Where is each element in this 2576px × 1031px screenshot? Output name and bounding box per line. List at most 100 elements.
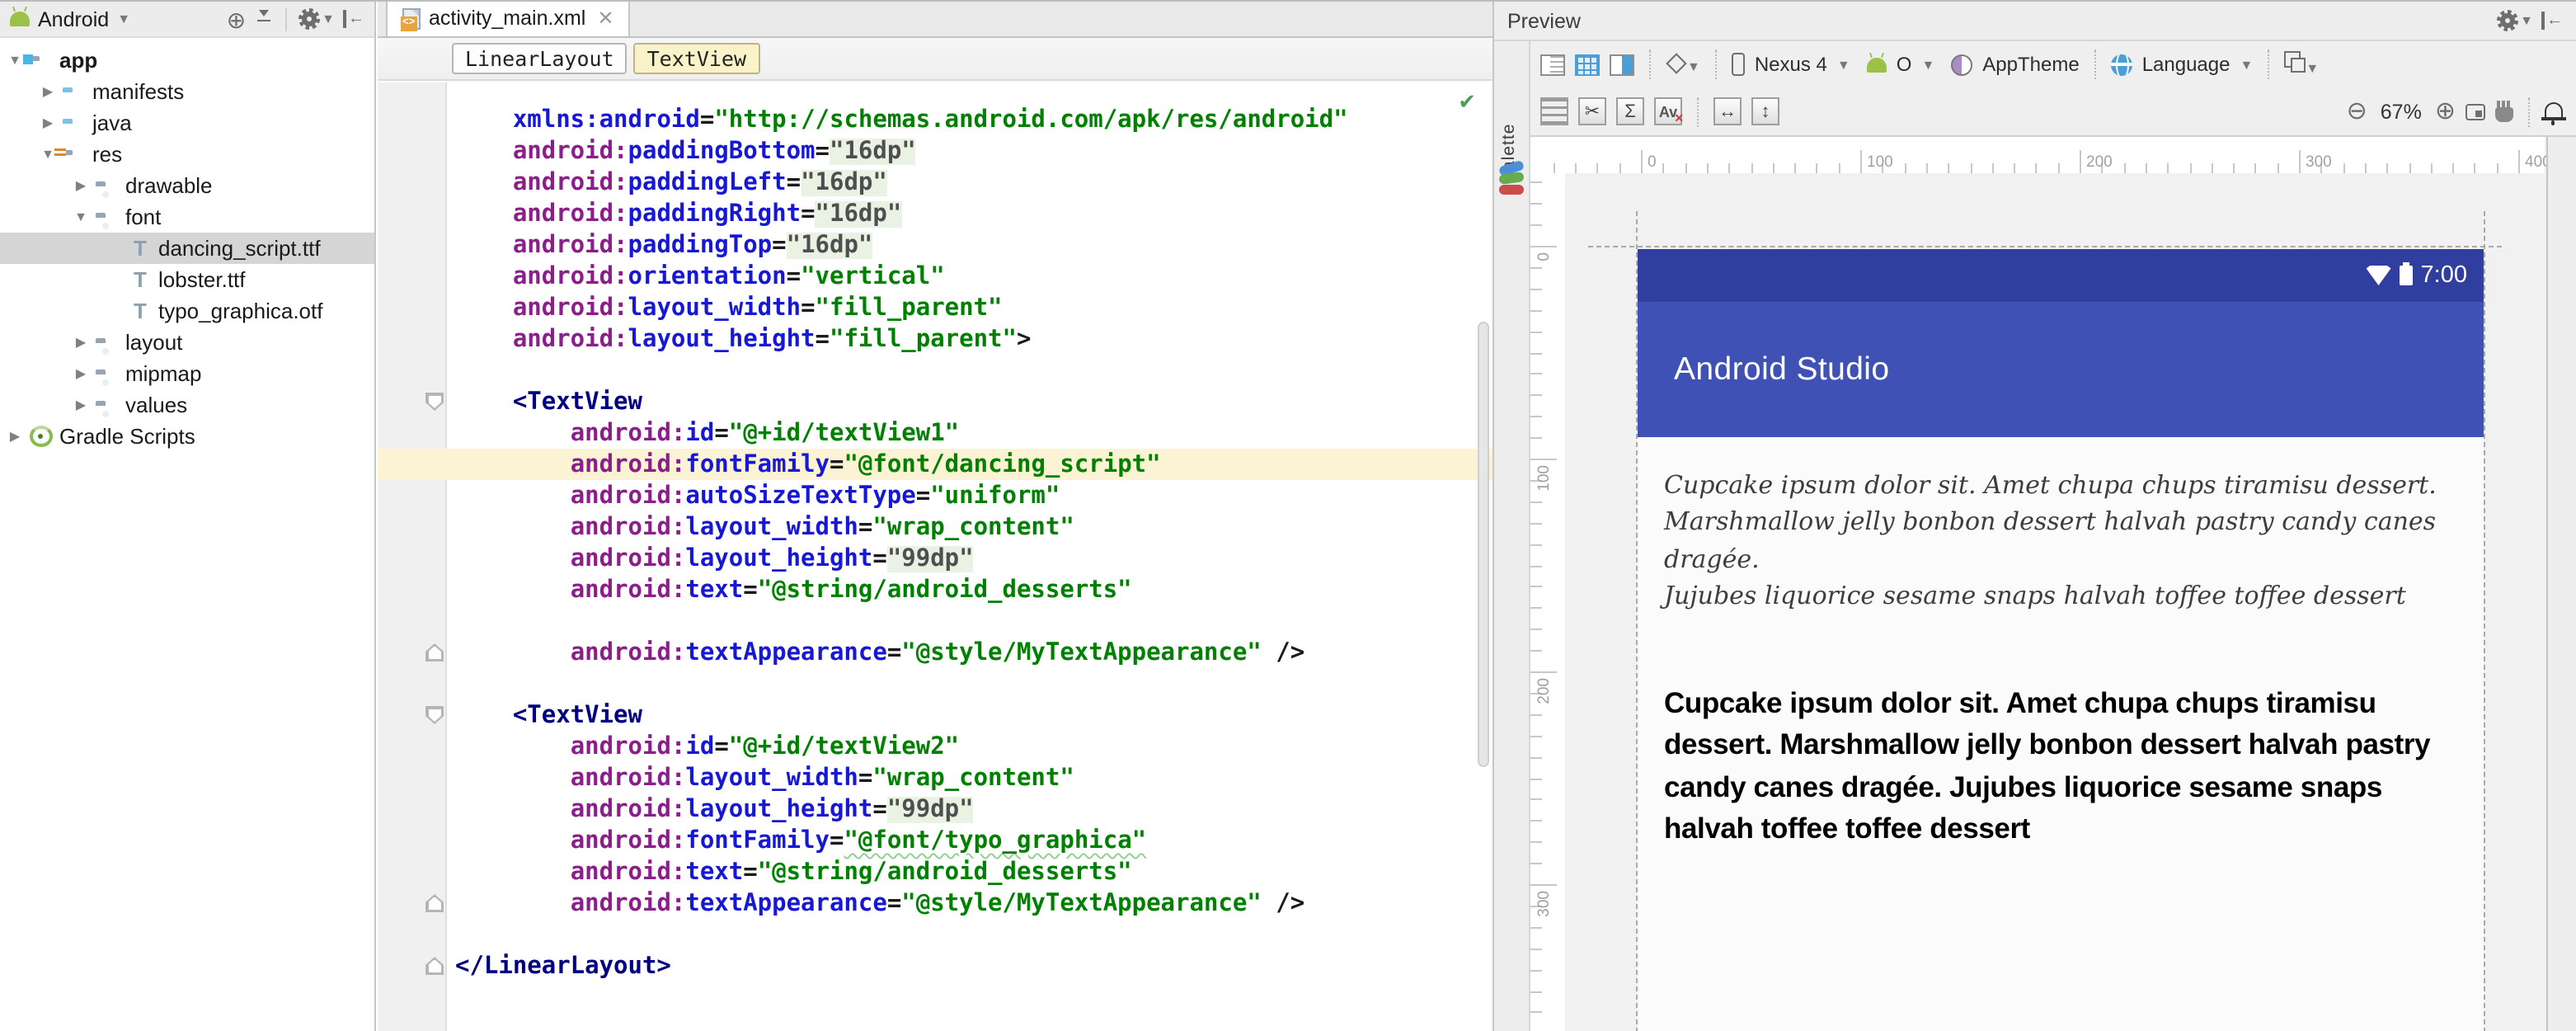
tree-item-label: drawable xyxy=(125,173,213,198)
expand-vertical-icon[interactable]: ↕ xyxy=(1751,97,1779,125)
tree-item-values[interactable]: ▶ values xyxy=(0,389,374,421)
fold-marker-icon[interactable] xyxy=(378,957,447,975)
chevron-down-icon[interactable]: ▼ xyxy=(1921,57,1934,72)
tree-item-label: app xyxy=(59,48,98,73)
zoom-level: 67% xyxy=(2380,100,2422,123)
layout-variant-icon[interactable]: ▼ xyxy=(2284,51,2319,78)
chevron-down-icon[interactable]: ▼ xyxy=(1837,57,1850,72)
code-line: </LinearLayout> xyxy=(378,950,1492,982)
code-line: android:text="@string/android_desserts" xyxy=(570,859,1132,885)
chevron-right-icon[interactable]: ▶ xyxy=(40,84,56,99)
gear-icon[interactable]: ▼ xyxy=(298,8,335,30)
zoom-fit-icon[interactable] xyxy=(2466,103,2485,120)
ruler-label: 300 xyxy=(2306,153,2332,172)
chevron-down-icon[interactable]: ▼ xyxy=(7,53,23,68)
tree-item-lobster-ttf[interactable]: Tlobster.ttf xyxy=(0,264,374,295)
canvas-right-margin xyxy=(2548,137,2576,1031)
project-view-selector[interactable]: Android xyxy=(38,7,109,31)
gear-icon[interactable]: ▼ xyxy=(2497,10,2533,31)
clip-icon[interactable]: ✂ xyxy=(1578,97,1606,125)
palette-icon[interactable] xyxy=(1497,159,1525,203)
chevron-right-icon[interactable]: ▶ xyxy=(40,115,56,130)
tree-item-label: values xyxy=(125,393,188,417)
selection-guide-right xyxy=(2484,211,2485,1031)
tree-item-app[interactable]: ▼ app xyxy=(0,45,374,76)
zoom-out-icon[interactable]: ⊖ xyxy=(2347,99,2367,124)
gradle-icon xyxy=(30,426,53,447)
tree-item-layout[interactable]: ▶ layout xyxy=(0,327,374,358)
tree-item-drawable[interactable]: ▶ drawable xyxy=(0,170,374,201)
code-line: android:layout_height="99dp" xyxy=(570,545,974,572)
fold-marker-icon[interactable] xyxy=(378,393,447,411)
device-selector[interactable]: Nexus 4 xyxy=(1755,53,1827,76)
tree-item-mipmap[interactable]: ▶ mipmap xyxy=(0,358,374,389)
clear-text-icon[interactable]: Av xyxy=(1654,97,1685,125)
code-lines: xmlns:android="http://schemas.android.co… xyxy=(378,104,1492,982)
language-globe-icon xyxy=(2110,54,2132,75)
tree-item-label: java xyxy=(92,111,132,135)
code-line: android:layout_height="99dp" xyxy=(570,796,974,822)
rotate-device-icon[interactable]: ▼ xyxy=(1666,53,1700,76)
tab-activity-main-xml[interactable]: activity_main.xml ✕ xyxy=(386,2,631,36)
collapse-all-icon[interactable] xyxy=(254,9,274,29)
tree-item-java[interactable]: ▶ java xyxy=(0,107,374,139)
fold-marker-icon[interactable] xyxy=(378,643,447,661)
project-tree[interactable]: ▼ app ▶ manifests ▶ java ▼ res ▶ drawable ▼ font Tda… xyxy=(0,38,374,452)
tree-item-dancing-script-ttf[interactable]: Tdancing_script.ttf xyxy=(0,233,374,264)
sigma-icon[interactable]: Σ xyxy=(1616,97,1644,125)
blueprint-view-icon[interactable] xyxy=(1575,54,1600,75)
android-logo-icon xyxy=(10,12,30,26)
chevron-right-icon[interactable]: ▶ xyxy=(73,335,89,350)
fold-marker-icon[interactable] xyxy=(378,706,447,724)
chevron-right-icon[interactable]: ▶ xyxy=(73,178,89,193)
theme-selector[interactable]: AppTheme xyxy=(1982,53,2079,76)
editor: activity_main.xml ✕ LinearLayout TextVie… xyxy=(378,2,1492,1031)
design-view-icon[interactable] xyxy=(1540,54,1565,75)
show-layout-bounds-icon[interactable] xyxy=(1540,97,1568,125)
tree-item-gradle-scripts[interactable]: ▶ Gradle Scripts xyxy=(0,421,374,452)
ruler-label: 200 xyxy=(2086,153,2113,172)
both-views-icon[interactable] xyxy=(1610,54,1634,75)
breadcrumb-linearlayout[interactable]: LinearLayout xyxy=(452,43,628,74)
hide-panel-icon[interactable]: ← xyxy=(2541,12,2563,30)
status-time: 7:00 xyxy=(2420,262,2467,289)
android-studio-window: Android ▼ ⊕ ▼ ← ▼ app ▶ manifests ▶ java ▼ res ▶… xyxy=(0,0,2576,1031)
chevron-down-icon[interactable]: ▼ xyxy=(2240,57,2253,72)
chevron-right-icon[interactable]: ▶ xyxy=(7,429,23,444)
fold-marker-icon[interactable] xyxy=(378,894,447,912)
code-editor[interactable]: ✔ xmlns:android="http://schemas.android.… xyxy=(378,82,1492,1031)
tree-item-res[interactable]: ▼ res xyxy=(0,139,374,170)
tree-item-manifests[interactable]: ▶ manifests xyxy=(0,76,374,107)
device-screen[interactable]: 7:00 Android Studio Cupcake ipsum dolor … xyxy=(1638,249,2484,1031)
zoom-in-icon[interactable]: ⊕ xyxy=(2435,99,2456,124)
inspection-ok-icon[interactable]: ✔ xyxy=(1458,89,1476,115)
chevron-down-icon[interactable]: ▼ xyxy=(73,209,89,224)
chevron-down-icon[interactable]: ▼ xyxy=(40,147,56,162)
api-level-selector[interactable]: O xyxy=(1897,53,1912,76)
code-line: android:textAppearance="@style/MyTextApp… xyxy=(378,637,1492,668)
selection-guide-top xyxy=(1588,246,2502,247)
close-icon[interactable]: ✕ xyxy=(597,7,613,30)
code-line: android:id="@+id/textView1" xyxy=(570,420,960,446)
hide-panel-icon[interactable]: ← xyxy=(343,10,364,28)
tree-item-typo-graphica-otf[interactable]: Ttypo_graphica.otf xyxy=(0,295,374,327)
tree-item-label: typo_graphica.otf xyxy=(158,299,323,323)
code-line: android:orientation="vertical" xyxy=(512,263,945,290)
chevron-right-icon[interactable]: ▶ xyxy=(73,366,89,381)
textview2-typo-graphica: Cupcake ipsum dolor sit. Amet chupa chup… xyxy=(1664,686,2431,845)
breadcrumb-textview[interactable]: TextView xyxy=(633,43,760,74)
locate-icon[interactable]: ⊕ xyxy=(227,7,246,31)
notifications-bell-icon[interactable] xyxy=(2541,101,2566,125)
editor-scrollbar[interactable] xyxy=(1478,322,1489,767)
chevron-down-icon[interactable]: ▼ xyxy=(117,12,130,26)
code-line: xmlns:android="http://schemas.android.co… xyxy=(512,106,1348,133)
tree-item-font[interactable]: ▼ font xyxy=(0,201,374,233)
pan-icon[interactable] xyxy=(2495,101,2513,122)
locale-selector[interactable]: Language xyxy=(2142,53,2230,76)
expand-horizontal-icon[interactable]: ↔ xyxy=(1713,97,1742,125)
fontfile-icon: T xyxy=(134,235,147,260)
code-line: <TextView xyxy=(378,386,1492,417)
chevron-right-icon[interactable]: ▶ xyxy=(73,398,89,412)
